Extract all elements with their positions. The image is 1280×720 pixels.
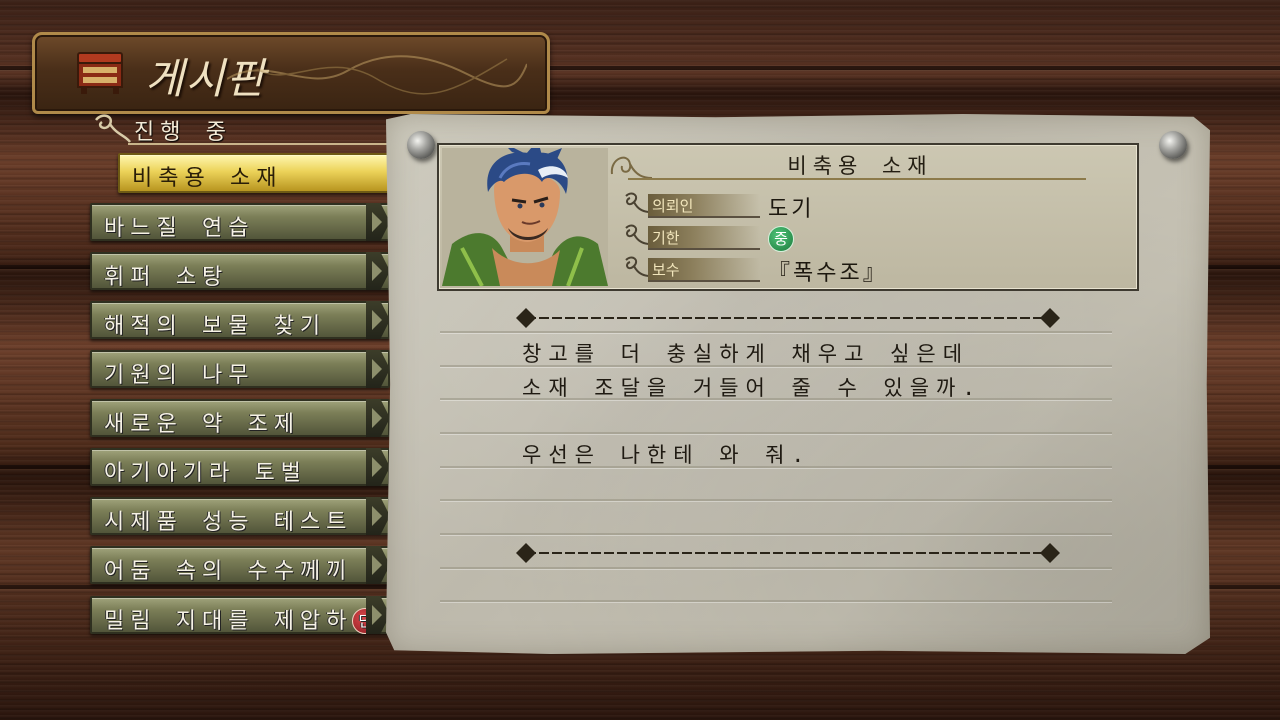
ruled-line (440, 331, 1112, 333)
description-line: 창고를 더 충실하게 채우고 싶은데 (522, 342, 970, 366)
chevron-right-icon (366, 301, 390, 339)
deadline-value-badge: 중 (768, 226, 794, 252)
chevron-right-icon (366, 350, 390, 388)
client-value: 도기 (768, 197, 815, 222)
chevron-right-icon (366, 399, 390, 437)
chevron-right-icon (366, 497, 390, 535)
in-progress-header: 진행 중 (92, 110, 454, 146)
description-divider-bottom (516, 543, 1060, 563)
quest-label: 휘퍼 소탕 (104, 265, 229, 290)
field-ornament-icon (625, 224, 650, 245)
quest-label: 아기아기라 토벌 (104, 461, 307, 486)
quest-label: 시제품 성능 테스트 (104, 510, 353, 535)
ruled-line (440, 567, 1112, 569)
pushpin-icon (1159, 131, 1187, 159)
quest-label: 바느질 연습 (104, 216, 255, 241)
quest-label: 비축용 소재 (132, 166, 283, 191)
ornament-swirl (227, 55, 527, 95)
quest-item[interactable]: 바느질 연습 (90, 203, 390, 241)
quest-item[interactable]: 새로운 약 조제 (90, 399, 390, 437)
quest-title: 비축용 소재 (787, 154, 933, 178)
quest-item[interactable]: 어둠 속의 수수께끼 (90, 546, 390, 584)
client-portrait (442, 148, 608, 286)
chevron-right-icon (366, 546, 390, 584)
ruled-line (440, 499, 1112, 501)
field-ornament-icon (625, 256, 650, 277)
title-underline (628, 178, 1086, 180)
client-label: 의뢰인 (648, 194, 760, 218)
quest-label: 해적의 보물 찾기 (104, 314, 327, 339)
status-header-label: 진행 중 (134, 120, 232, 145)
quest-item[interactable]: 해적의 보물 찾기 (90, 301, 390, 339)
ruled-line (440, 533, 1112, 535)
chevron-right-icon (366, 203, 390, 241)
quest-label: 새로운 약 조제 (104, 412, 300, 437)
quest-item-selected[interactable]: 비축용 소재 (118, 153, 420, 193)
treasure-chest-icon (77, 52, 123, 94)
pushpin-icon (407, 131, 435, 159)
quest-item[interactable]: 아기아기라 토벌 (90, 448, 390, 486)
ruled-line (440, 600, 1112, 602)
quest-item[interactable]: 시제품 성능 테스트 (90, 497, 390, 535)
quest-label: 기원의 나무 (104, 363, 255, 388)
chevron-right-icon (366, 252, 390, 290)
quest-item[interactable]: 휘퍼 소탕 (90, 252, 390, 290)
quest-label: 밀림 지대를 제압하 단 (104, 603, 379, 635)
deadline-label: 기한 (648, 226, 760, 250)
board-title-banner: 게시판 (32, 32, 550, 114)
reward-label: 보수 (648, 258, 760, 282)
character-portrait-icon (442, 148, 608, 286)
quest-label: 어둠 속의 수수께끼 (104, 559, 353, 584)
quest-item[interactable]: 밀림 지대를 제압하 단 (90, 596, 390, 634)
ruled-line (440, 432, 1112, 434)
description-line: 우선은 나한테 와 줘. (522, 443, 812, 467)
description-line: 소재 조달을 거들어 줄 수 있을까. (522, 376, 983, 400)
field-ornament-icon (625, 192, 650, 213)
reward-value: 『폭수조』 (768, 261, 888, 286)
description-divider-top (516, 308, 1060, 328)
chevron-right-icon (366, 448, 390, 486)
scroll-ornament-icon (95, 114, 132, 143)
quest-label-text: 밀림 지대를 제압하 (104, 609, 353, 634)
quest-item[interactable]: 기원의 나무 (90, 350, 390, 388)
